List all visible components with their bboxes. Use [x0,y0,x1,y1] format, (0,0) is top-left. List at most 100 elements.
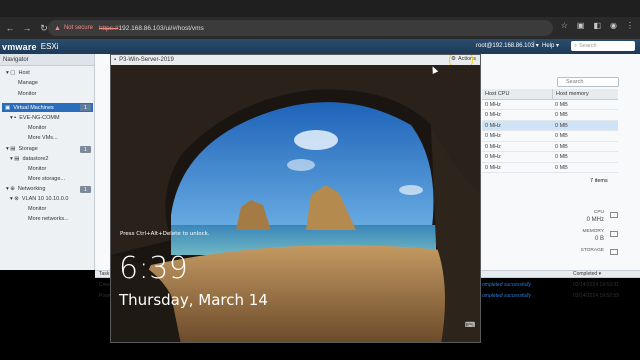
vm-icon: ▣ [5,104,11,111]
back-icon[interactable]: ← [3,21,17,35]
net-count-badge: 1 [80,186,91,193]
esxi-header: vmware ESXi root@192.168.86.103 ▾ | Help… [0,39,640,54]
col-host-cpu-label: Host CPU [485,91,510,97]
vm-row-memory[interactable]: 0 MB [552,153,618,163]
task-2-status: ompleted successfully [482,293,531,299]
vm-small-icon: ▾ ▪ [10,115,17,121]
navigator-title-text: Navigator [3,56,29,63]
vm-row-memory[interactable]: 0 MB [552,111,618,121]
portgroup-icon: ▾ ⊗ [10,196,19,202]
task-1-name: Crea [99,282,110,288]
completed-column-header[interactable]: Completed ▾ [573,271,601,277]
browser-toolbar: ← → ↻ ▲ Not secure https:// 192.168.86.1… [0,17,640,39]
nav-net-monitor-label: Monitor [28,206,47,212]
nav-vms-label: Virtual Machines [13,104,54,111]
nav-vlan10[interactable]: ▾ ⊗ VLAN 10 10.10.0.0 [10,196,68,202]
not-secure-chip[interactable]: ▲ Not secure [54,25,93,32]
sidebar-icon[interactable]: ◧ [593,21,601,30]
nav-more-networks-label: More networks... [28,216,69,222]
header-search-input[interactable]: ⌕ Search [571,41,635,51]
nav-host-manage-label: Manage [18,80,38,86]
console-title-bar[interactable]: ▪ P3-Win-Server-2019 [111,55,480,65]
memory-value: 0 B [594,236,604,242]
nav-more-storage-label: More storage... [28,176,65,182]
network-icon: ▾ ⊕ [6,186,15,192]
vm-row-cpu[interactable]: 0 MHz [482,121,552,131]
url-scheme: https:// [98,24,119,32]
vm-row-cpu[interactable]: 0 MHz [482,163,552,173]
accessibility-icon[interactable]: ⌨ [465,321,475,329]
nav-vm-monitor[interactable]: Monitor [28,125,46,131]
host-icon: ▾ ▢ [6,70,16,76]
lock-screen-date: Thursday, March 14 [119,291,268,309]
lock-screen-time: 6:39 [119,251,189,286]
nav-more-storage[interactable]: More storage... [28,176,65,182]
header-search-placeholder: Search [579,43,597,49]
vm-row-cpu[interactable]: 0 MHz [482,132,552,142]
product-name: ESXi [40,42,59,51]
task-2-time: 03/14/2024 19:52:59 [573,293,619,299]
storage-count-badge: 1 [80,146,91,153]
unlock-hint: Press Ctrl+Alt+Delete to unlock. [120,231,210,237]
vm-row-memory[interactable]: 0 MB [552,121,618,131]
vmware-logo: vmware [2,41,37,52]
nav-vm-monitor-label: Monitor [28,125,47,131]
navigator-title: Navigator [0,54,94,66]
search-icon: ⌕ [574,42,578,49]
vm-row-memory[interactable]: 0 MB [552,142,618,152]
memory-gauge-icon [610,231,618,237]
nav-net-monitor[interactable]: Monitor [28,206,46,212]
nav-more-vms[interactable]: More VMs... [28,135,58,141]
nav-more-networks[interactable]: More networks... [28,216,69,222]
navigator-panel: Navigator [0,54,95,270]
nav-more-vms-label: More VMs... [28,135,58,141]
console-vm-icon: ▪ [114,57,117,63]
nav-storage[interactable]: ▾ ▤ Storage [6,146,38,152]
nav-datastore2[interactable]: ▾ ▤ datastore2 [10,156,49,162]
not-secure-label: Not secure [63,25,93,31]
menu-icon[interactable]: ⋮ [626,21,634,30]
nav-host-monitor-label: Monitor [18,91,37,97]
profile-icon[interactable]: ◉ [610,21,617,30]
nav-networking[interactable]: ▾ ⊕ Networking [6,186,45,192]
vm-row-memory[interactable]: 0 MB [552,100,618,110]
cpu-gauge-icon [610,212,618,218]
bookmark-star-icon[interactable]: ☆ [561,21,568,30]
nav-host-monitor[interactable]: Monitor [18,91,36,97]
forward-icon[interactable]: → [20,21,34,35]
vm-row-cpu[interactable]: 0 MHz [482,153,552,163]
address-bar[interactable]: ▲ Not secure https:// 192.168.86.103/ui/… [48,20,553,36]
tasks-tab[interactable]: Task [99,271,109,277]
browser-tab-strip [0,0,640,17]
header-divider: | [533,41,535,48]
vm-search-input[interactable]: Search [557,77,619,87]
col-host-memory-label: Host memory [556,91,589,97]
cpu-label: CPU [593,210,604,215]
memory-label: MEMORY [582,229,605,234]
task-1-time: 03/14/2024 19:53:01 [573,282,619,288]
vm-row-memory[interactable]: 0 MB [552,132,618,142]
vm-search-placeholder: Search [566,79,584,85]
storage-icon: ▾ ▤ [6,146,16,152]
vm-row-cpu[interactable]: 0 MHz [482,100,552,110]
extensions-icon[interactable]: ▣ [577,21,585,30]
col-host-memory[interactable]: Host memory [552,89,618,100]
url-text: 192.168.86.103/ui/#/host/vms [118,24,204,32]
vm-row-cpu[interactable]: 0 MHz [482,142,552,152]
nav-host-label: Host [18,70,30,76]
nav-datastore-monitor[interactable]: Monitor [28,166,46,172]
nav-vm-eve-ng[interactable]: ▾ ▪ EVE-NG-COMM [10,115,60,121]
vm-row-memory[interactable]: 0 MB [552,163,618,173]
items-count: 7 items [590,178,608,184]
nav-vlan-label: VLAN 10 10.10.0.0 [21,196,69,202]
nav-networking-label: Networking [17,186,46,192]
col-host-cpu[interactable]: Host CPU [482,89,552,100]
nav-datastore-label: datastore2 [22,156,49,162]
vm-row-cpu[interactable]: 0 MHz [482,111,552,121]
nav-host[interactable]: ▾ ▢ Host [6,70,30,76]
user-menu[interactable]: root@192.168.86.103 ▾ [476,42,539,49]
vm-console-window[interactable]: ▪ P3-Win-Server-2019 ⚙ Actions Press Ctr… [110,54,481,343]
nav-ds-monitor-label: Monitor [28,166,47,172]
nav-host-manage[interactable]: Manage [18,80,38,86]
help-menu[interactable]: Help ▾ [542,42,559,49]
